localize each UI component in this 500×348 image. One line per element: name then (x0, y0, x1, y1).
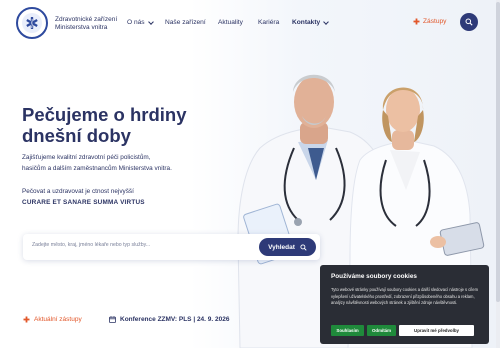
hero-description-line1: Zajišťujeme kvalitní zdravotní péči poli… (22, 154, 151, 161)
chevron-down-icon (147, 18, 154, 25)
nav-o-nas-label: O nás (127, 19, 145, 26)
nav-kontakty[interactable]: Kontakty (292, 18, 330, 26)
current-zastupy-label: Aktuální zástupy (34, 316, 82, 323)
header-search-button[interactable] (460, 13, 478, 31)
scrollbar-thumb[interactable] (496, 2, 500, 302)
search-box: Vyhledat (23, 234, 320, 260)
hero-motto: CURARE ET SANARE SUMMA VIRTUS (22, 199, 145, 206)
nav-kariera-label: Kariéra (258, 19, 280, 26)
cookie-text: Tyto webové stránky používají soubory co… (331, 287, 478, 306)
chevron-down-icon (323, 18, 330, 25)
conference-link[interactable]: Konference ZZMV: PLS | 24. 9. 2026 (109, 316, 229, 323)
search-submit-label: Vyhledat (268, 243, 295, 251)
hero-title-line2: dnešní doby (22, 125, 131, 146)
nav-kariera[interactable]: Kariéra (258, 19, 279, 26)
zastupy-label: Zástupy (423, 18, 447, 25)
logo[interactable] (16, 7, 48, 39)
hero-tagline: Pečovat a uzdravovat je ctnost nejvyšší (22, 188, 134, 195)
logo-star-of-life-icon (22, 13, 42, 33)
search-icon (300, 243, 307, 251)
cookie-settings-button[interactable]: Upravit mé předvolby (399, 325, 474, 336)
nav-nase-zarizeni-label: Naše zařízení (165, 19, 206, 26)
nav-aktuality[interactable]: Aktuality (218, 19, 243, 26)
search-icon (465, 18, 473, 26)
cross-plus-icon (413, 18, 420, 25)
search-input[interactable] (32, 242, 252, 248)
nav-o-nas[interactable]: O nás (127, 18, 154, 26)
search-submit-button[interactable]: Vyhledat (259, 238, 316, 256)
calendar-icon (109, 316, 116, 323)
cross-plus-icon (23, 316, 30, 323)
cookie-title: Používáme soubory cookies (331, 273, 417, 280)
nav-kontakty-label: Kontakty (292, 19, 321, 26)
site-header: Zdravotnické zařízení Ministerstva vnitr… (0, 0, 500, 46)
current-zastupy-link[interactable]: Aktuální zástupy (23, 316, 82, 323)
conference-label: Konference ZZMV: PLS | 24. 9. 2026 (120, 316, 230, 323)
cookie-reject-button[interactable]: Odmítám (367, 325, 396, 336)
cookie-consent-dialog: Používáme soubory cookies Tyto webové st… (320, 265, 489, 344)
cookie-accept-button[interactable]: Souhlasím (331, 325, 364, 336)
hero-title-line1: Pečujeme o hrdiny (22, 104, 187, 125)
zastupy-button[interactable]: Zástupy (413, 18, 446, 25)
nav-nase-zarizeni[interactable]: Naše zařízení (165, 19, 206, 26)
nav-aktuality-label: Aktuality (218, 19, 243, 26)
hero-description-line2: hasičům a dalším zaměstnancům Ministerst… (22, 165, 172, 172)
scrollbar-track[interactable] (496, 0, 500, 348)
page: Zdravotnické zařízení Ministerstva vnitr… (0, 0, 500, 348)
hero-description: Zajišťujeme kvalitní zdravotní péči poli… (22, 152, 232, 174)
hero-title: Pečujeme o hrdiny dnešní doby (22, 104, 222, 146)
